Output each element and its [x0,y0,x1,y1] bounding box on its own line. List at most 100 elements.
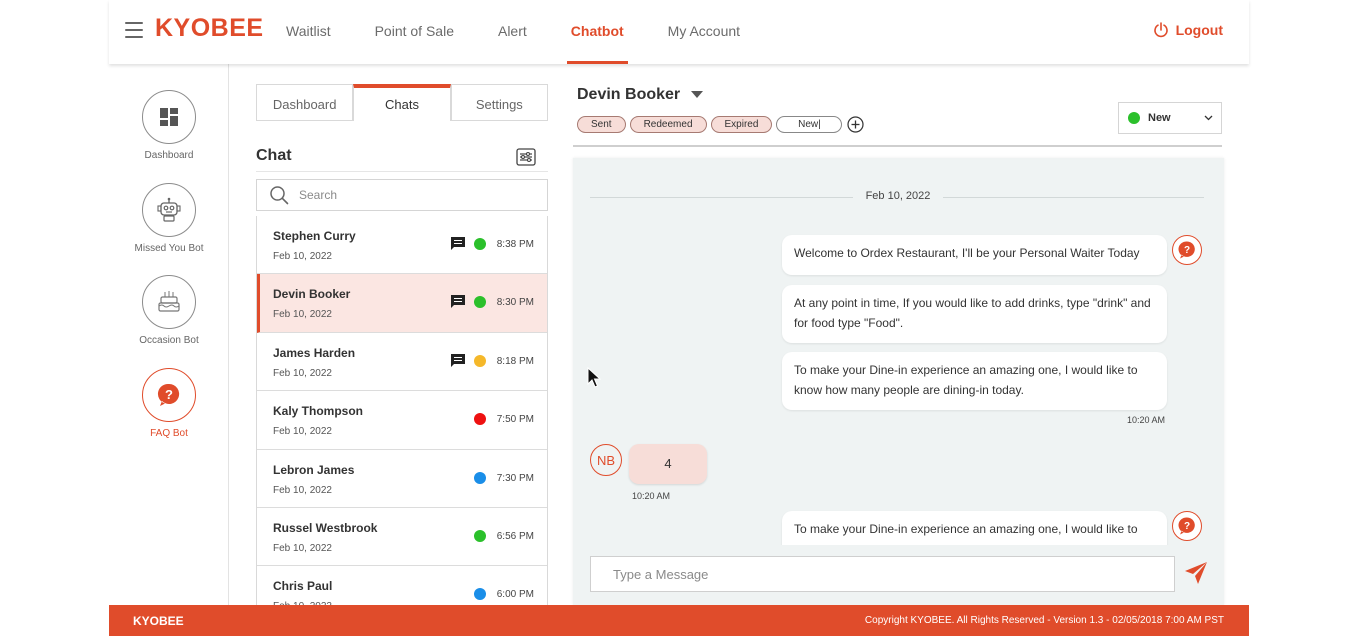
chat-list-item[interactable]: James Harden Feb 10, 2022 8:18 PM [257,332,547,392]
logout-label: Logout [1175,22,1223,38]
rail-faq-bot-button[interactable]: ? [142,368,196,422]
chat-time: 8:18 PM [496,355,534,367]
status-dropdown[interactable]: New [1118,102,1222,134]
conversation-messages[interactable]: Feb 10, 2022 Welcome to Ordex Restaurant… [573,158,1224,605]
chat-list-item[interactable]: Russel Westbrook Feb 10, 2022 6:56 PM [257,507,547,567]
chat-list[interactable]: Stephen Curry Feb 10, 2022 8:38 PM Devin Bo… [256,216,548,605]
nav-chatbot[interactable]: Chatbot [566,0,628,64]
bot-message: To make your Dine-in experience an amazi… [782,352,1167,410]
conversation-tags: Sent Redeemed Expired [577,116,865,133]
tag-redeemed[interactable]: Redeemed [629,116,707,133]
status-dot [474,354,486,367]
logout-button[interactable]: Logout [1153,22,1223,38]
message-compose-box[interactable] [590,556,1175,592]
hamburger-menu-icon[interactable] [125,22,143,38]
chat-contact-name: Stephen Curry [273,229,356,243]
conversation-header-divider [573,145,1222,147]
status-dot [474,471,486,484]
chat-list-item[interactable]: Devin Booker Feb 10, 2022 8:30 PM [257,274,547,333]
tab-dashboard[interactable]: Dashboard [256,84,354,121]
mouse-pointer-icon [587,367,601,388]
rail-label-faq-bot: FAQ Bot [150,428,188,439]
power-icon [1153,22,1168,38]
bot-message-time: 10:20 AM [1127,415,1166,425]
chat-list-item[interactable]: Lebron James Feb 10, 2022 7:30 PM [257,449,547,508]
status-dot [474,238,486,250]
search-input[interactable] [299,188,519,202]
rail-missed-you-bot-button[interactable] [142,183,196,237]
status-dot [474,588,486,601]
footer-copyright: Copyright KYOBEE. All Rights Reserved - … [864,615,1224,626]
bot-sidebar: Dashboard Missed You Bot Occasion Bot ? … [109,64,229,605]
chat-list-item[interactable]: Kaly Thompson Feb 10, 2022 7:50 PM [257,391,547,450]
rail-label-dashboard: Dashboard [144,150,194,161]
main-nav: Waitlist Point of Sale Alert Chatbot My … [286,0,784,64]
rail-occasion-bot-button[interactable] [142,275,196,329]
chat-panel-title: Chat [256,147,292,164]
message-input[interactable] [591,557,1174,591]
rail-label-occasion-bot: Occasion Bot [139,335,199,346]
svg-text:?: ? [165,387,173,402]
nav-waitlist[interactable]: Waitlist [286,0,331,64]
rail-label-missed-you-bot: Missed You Bot [134,243,204,254]
chat-search[interactable] [256,179,548,211]
user-avatar: NB [590,444,622,476]
dashboard-icon [160,108,178,126]
search-icon [270,186,289,205]
chat-date: Feb 10, 2022 [273,542,332,554]
chat-list-item[interactable]: Chris PaulFeb 10, 20226:00 PM [257,566,547,605]
chat-time: 6:00 PM [496,589,534,601]
chat-contact-name: Chris Paul [273,579,333,594]
rail-item-missed-you-bot[interactable]: Missed You Bot [109,183,229,254]
chat-contact-name: Devin Booker [273,287,351,302]
chat-contact-name: Lebron James [273,462,355,477]
user-message-time: 10:20 AM [632,491,671,501]
status-dot [474,413,486,426]
chatbot-tabs: Dashboard Chats Settings [256,84,548,121]
chevron-down-icon [1204,115,1213,121]
chat-date: Feb 10, 2022 [273,251,332,262]
send-button[interactable] [1183,560,1209,591]
tag-sent[interactable]: Sent [577,116,626,133]
chat-contact-name: James Harden [273,345,356,360]
faq-bot-icon: ? [1178,241,1195,259]
chat-list-item[interactable]: Stephen Curry Feb 10, 2022 8:38 PM [257,216,547,275]
nav-alert[interactable]: Alert [498,0,527,64]
rail-item-faq-bot[interactable]: ? FAQ Bot [109,368,229,439]
rail-dashboard-button[interactable] [142,90,196,144]
nav-point-of-sale[interactable]: Point of Sale [375,0,454,64]
chat-title-divider [256,171,548,172]
status-label: New [1148,112,1171,124]
chat-contact-name: Russel Westbrook [273,520,378,535]
add-tag-icon[interactable] [847,116,865,133]
chat-date: Feb 10, 2022 [273,426,332,438]
rail-item-occasion-bot[interactable]: Occasion Bot [109,275,229,346]
question-icon: ? [157,383,180,406]
tab-settings[interactable]: Settings [450,84,548,121]
rail-item-dashboard[interactable]: Dashboard [109,90,229,161]
kyobee-logo[interactable]: KYOBEE [155,14,264,43]
bot-message: At any point in time, If you would like … [782,285,1167,343]
top-navigation-bar: KYOBEE Waitlist Point of Sale Alert Chat… [109,0,1249,64]
footer-brand: KYOBEE [133,614,184,628]
new-tag-input[interactable] [776,116,843,133]
footer: KYOBEE Copyright KYOBEE. All Rights Rese… [109,605,1249,636]
bot-avatar: ? [1172,511,1202,541]
filter-settings-icon[interactable] [516,148,536,171]
date-separator: Feb 10, 2022 [853,190,943,202]
chat-time: 8:38 PM [496,239,534,250]
nav-my-account[interactable]: My Account [668,0,740,64]
cake-icon [158,291,180,312]
chat-time: 7:50 PM [496,414,534,426]
svg-text:?: ? [1184,521,1190,532]
status-dot [474,529,486,542]
tag-expired[interactable]: Expired [710,116,773,133]
chat-time: 7:30 PM [496,472,534,484]
tab-chats[interactable]: Chats [353,84,451,121]
chat-date: Feb 10, 2022 [273,367,332,379]
bot-message: Welcome to Ordex Restaurant, I'll be you… [782,235,1167,275]
robot-icon [157,197,181,222]
chat-time: 6:56 PM [496,530,534,542]
contact-name-dropdown[interactable]: Devin Booker [577,86,704,104]
message-icon [451,237,465,255]
